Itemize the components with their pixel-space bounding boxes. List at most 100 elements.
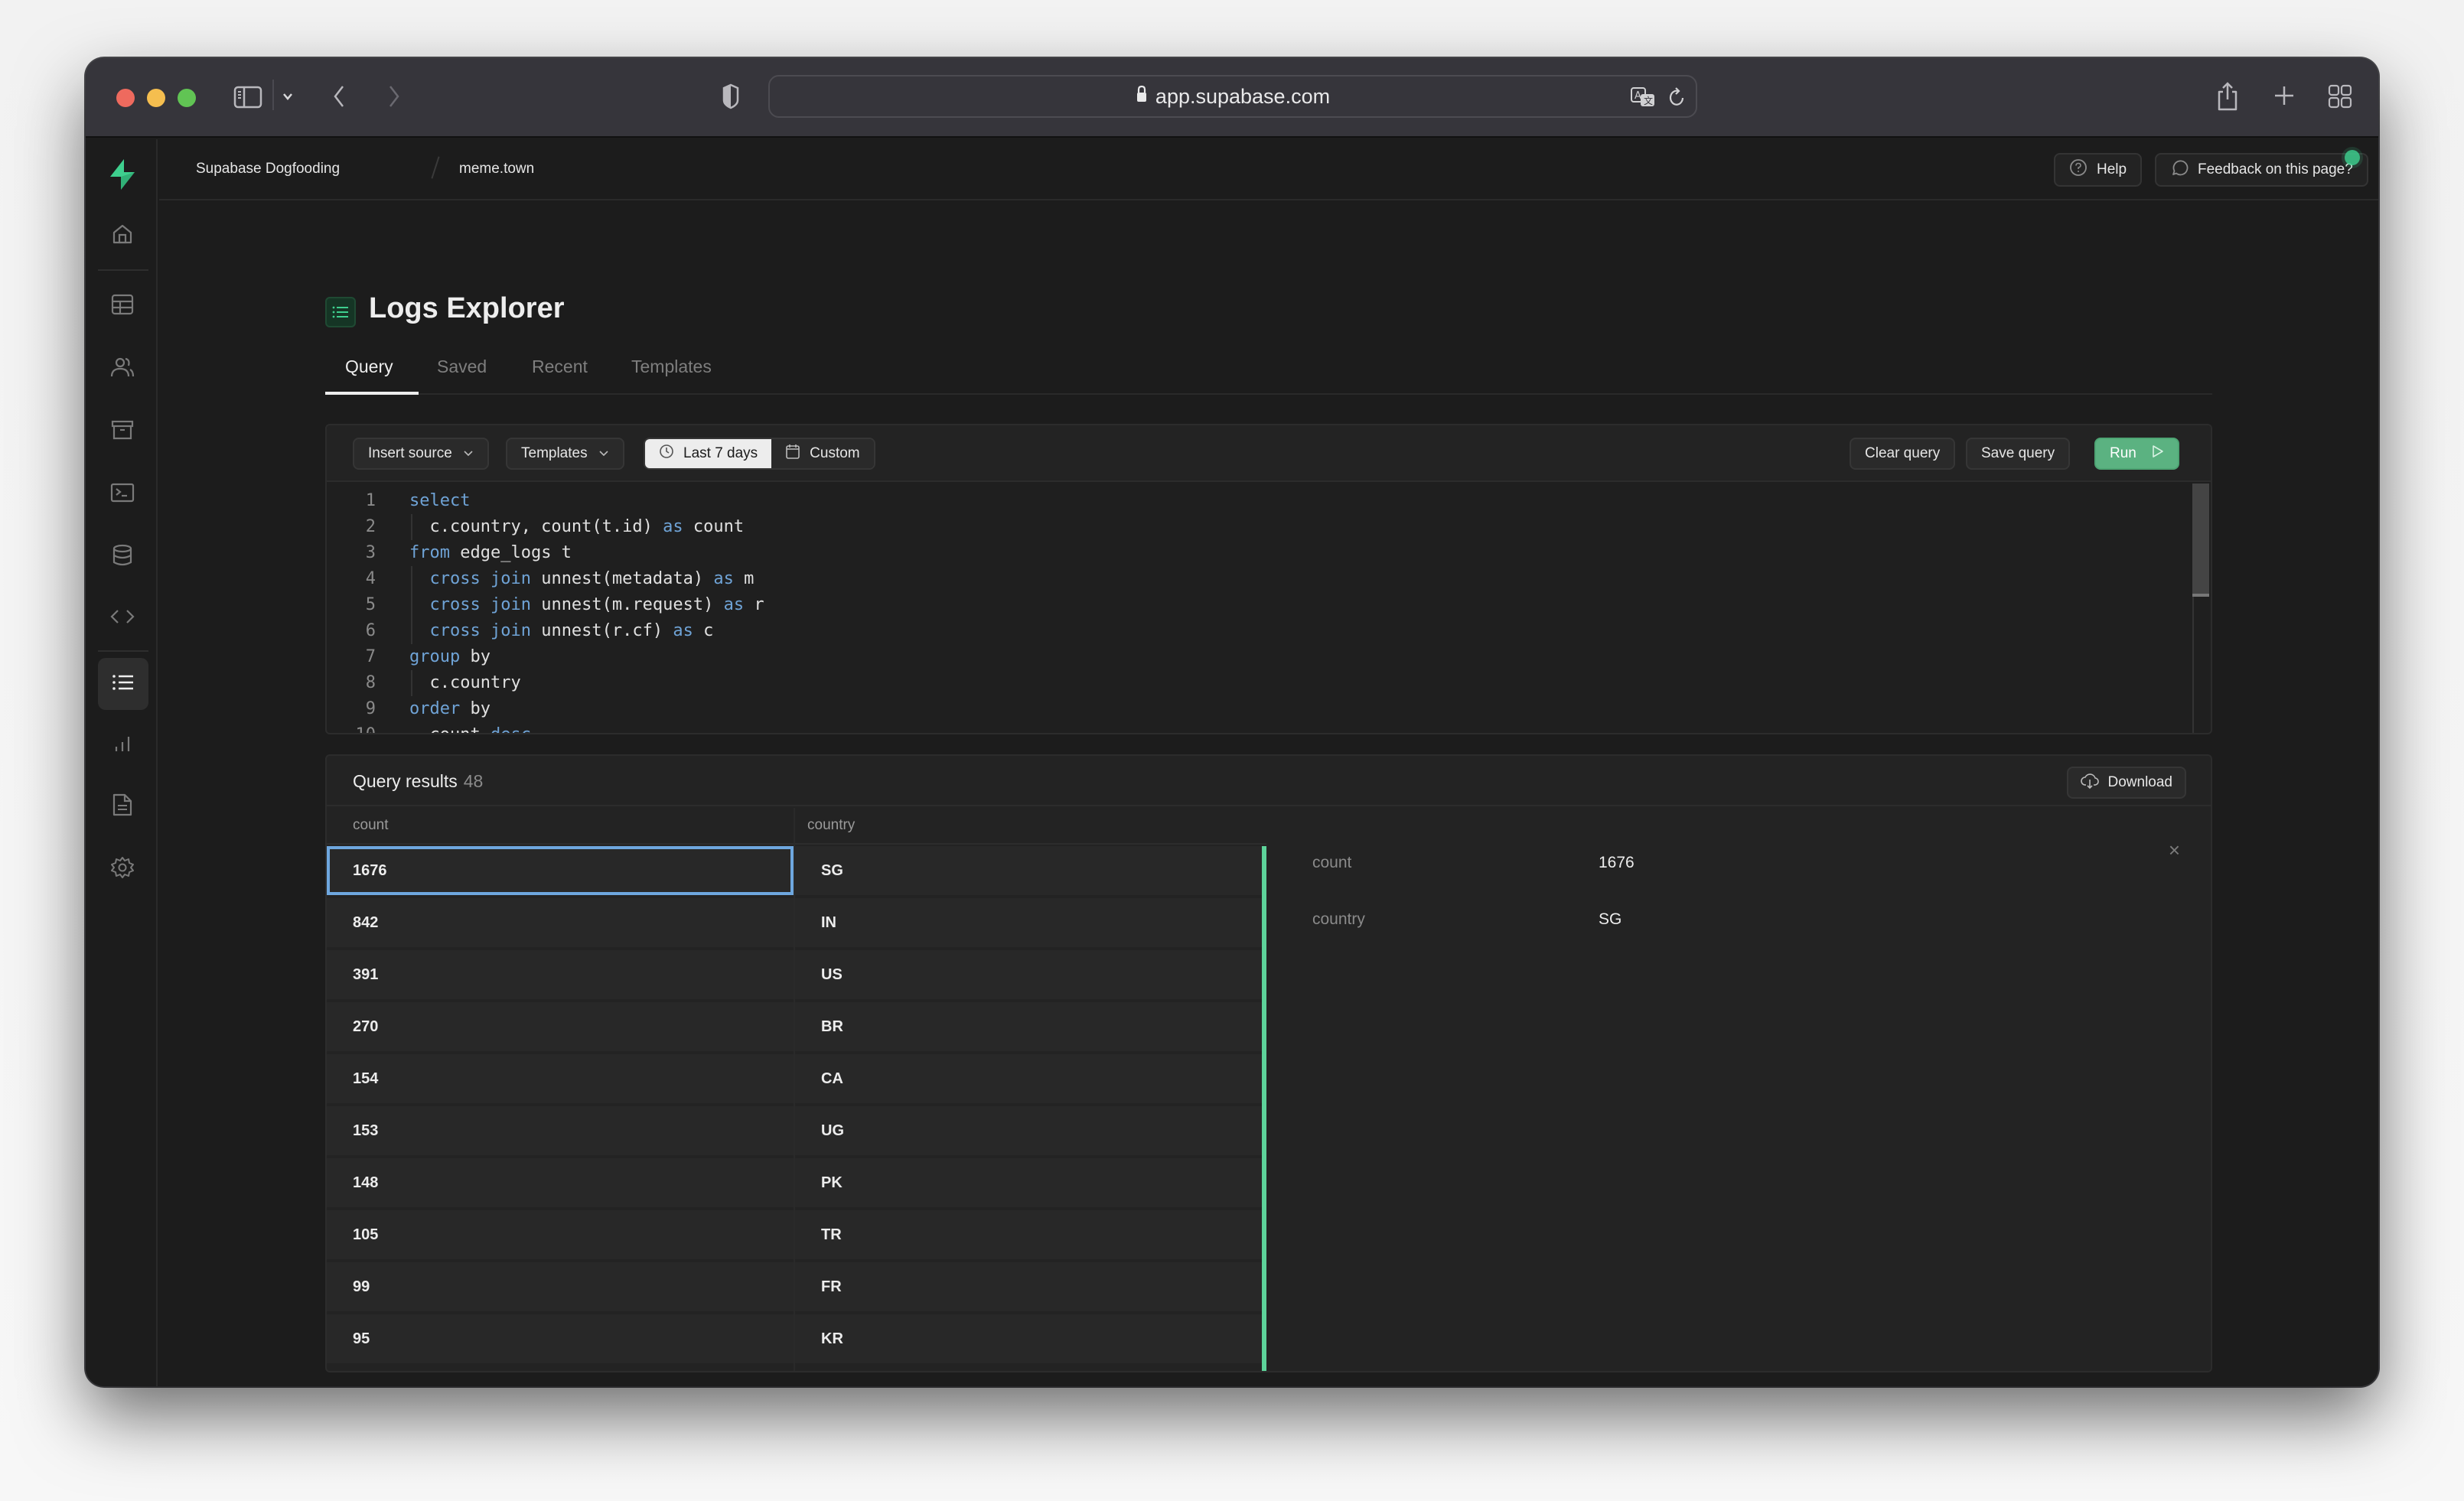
notification-badge bbox=[2345, 150, 2360, 165]
code-line[interactable]: 5 cross join unnest(m.request) as r bbox=[327, 592, 2211, 618]
insert-source-dropdown[interactable]: Insert source bbox=[353, 438, 489, 470]
cell-count[interactable]: 270 bbox=[327, 1002, 794, 1051]
column-header-country[interactable]: country bbox=[807, 817, 855, 834]
download-button[interactable]: Download bbox=[2066, 767, 2186, 799]
sidebar-item-reports[interactable] bbox=[98, 721, 147, 770]
sidebar-toggle-icon[interactable] bbox=[233, 84, 263, 110]
tab-templates[interactable]: Templates bbox=[631, 357, 712, 377]
cell-count[interactable]: 1676 bbox=[327, 846, 794, 895]
table-icon bbox=[111, 294, 134, 319]
sql-keyword: cross join bbox=[409, 595, 531, 614]
cell-count[interactable]: 153 bbox=[327, 1106, 794, 1155]
sidebar-item-api[interactable] bbox=[98, 594, 147, 643]
sidebar-item-table-editor[interactable] bbox=[98, 282, 147, 330]
close-window-button[interactable] bbox=[116, 89, 135, 107]
sidebar-divider bbox=[98, 269, 148, 271]
new-tab-icon[interactable] bbox=[2271, 83, 2297, 109]
cell-country[interactable]: BR bbox=[795, 1002, 1262, 1051]
browser-window: app.supabase.com A文 Supabase Dogfooding … bbox=[86, 58, 2378, 1386]
cell-country[interactable]: US bbox=[795, 950, 1262, 999]
tab-recent[interactable]: Recent bbox=[532, 357, 588, 377]
cell-count[interactable]: 95 bbox=[327, 1314, 794, 1363]
cell-count[interactable]: 148 bbox=[327, 1158, 794, 1207]
custom-range-button[interactable]: Custom bbox=[771, 439, 874, 468]
cell-country[interactable]: SG bbox=[795, 846, 1262, 895]
code-line[interactable]: 7 group by bbox=[327, 644, 2211, 670]
cell-count[interactable]: 105 bbox=[327, 1210, 794, 1259]
code-text: c.country bbox=[409, 670, 520, 696]
cell-count[interactable]: 154 bbox=[327, 1054, 794, 1103]
sidebar-item-settings[interactable] bbox=[98, 845, 147, 894]
clock-icon bbox=[659, 444, 674, 464]
forward-icon[interactable] bbox=[384, 81, 404, 112]
close-detail-icon[interactable]: × bbox=[2169, 838, 2180, 862]
cell-country[interactable]: IN bbox=[795, 898, 1262, 947]
code-line[interactable]: 3 from edge_logs t bbox=[327, 540, 2211, 566]
sql-token: count bbox=[409, 725, 491, 733]
last-7-days-button[interactable]: Last 7 days bbox=[645, 439, 772, 468]
code-line[interactable]: 9 order by bbox=[327, 696, 2211, 722]
cell-count[interactable]: 391 bbox=[327, 950, 794, 999]
clear-query-label: Clear query bbox=[1865, 445, 1941, 461]
sql-editor[interactable]: 1 select 2 c.country, count(t.id) as count… bbox=[327, 484, 2211, 733]
cell-count[interactable]: 99 bbox=[327, 1262, 794, 1311]
chevron-down-icon[interactable] bbox=[280, 87, 295, 106]
breadcrumb-project[interactable]: meme.town bbox=[459, 161, 534, 177]
minimize-window-button[interactable] bbox=[147, 89, 165, 107]
cell-country[interactable]: UG bbox=[795, 1106, 1262, 1155]
row-detail-pane: × count 1676 country SG bbox=[1269, 808, 2211, 1371]
feedback-button[interactable]: Feedback on this page? bbox=[2155, 153, 2368, 187]
clear-query-button[interactable]: Clear query bbox=[1850, 438, 1956, 470]
tab-overview-icon[interactable] bbox=[2326, 83, 2354, 110]
cell-country[interactable]: CA bbox=[795, 1054, 1262, 1103]
line-number: 10 bbox=[350, 722, 376, 733]
results-grid: count country 1676 SG 842 IN 391 US 270 BR 154 CA… bbox=[327, 808, 1266, 1371]
code-line[interactable]: 6 cross join unnest(r.cf) as c bbox=[327, 618, 2211, 644]
sidebar-item-docs[interactable] bbox=[98, 782, 147, 831]
zoom-window-button[interactable] bbox=[178, 89, 196, 107]
cell-country[interactable]: TR bbox=[795, 1210, 1262, 1259]
cell-country[interactable]: FR bbox=[795, 1262, 1262, 1311]
cell-country[interactable]: PK bbox=[795, 1158, 1262, 1207]
supabase-logo-icon[interactable] bbox=[98, 150, 147, 199]
code-line[interactable]: 10 count desc bbox=[327, 722, 2211, 733]
custom-label: Custom bbox=[810, 445, 860, 461]
address-bar[interactable]: app.supabase.com bbox=[768, 75, 1697, 118]
line-number: 5 bbox=[365, 595, 376, 614]
code-line[interactable]: 1 select bbox=[327, 488, 2211, 514]
detail-value-count: 1676 bbox=[1599, 854, 1635, 871]
feedback-label: Feedback on this page? bbox=[2198, 161, 2353, 177]
cell-count[interactable]: 842 bbox=[327, 898, 794, 947]
sidebar-item-storage[interactable] bbox=[98, 407, 147, 456]
editor-scrollbar-thumb[interactable] bbox=[2192, 484, 2209, 597]
translate-icon[interactable]: A文 bbox=[1628, 86, 1659, 110]
save-query-label: Save query bbox=[1981, 445, 2055, 461]
sidebar-item-database[interactable] bbox=[98, 532, 147, 581]
column-header-count[interactable]: count bbox=[353, 817, 388, 834]
sidebar-item-logs-explorer[interactable] bbox=[98, 658, 148, 710]
tab-query[interactable]: Query bbox=[345, 357, 393, 377]
column-divider bbox=[794, 808, 795, 1371]
run-button[interactable]: Run bbox=[2094, 438, 2179, 470]
run-label: Run bbox=[2110, 445, 2136, 461]
sidebar-item-account[interactable] bbox=[98, 1374, 147, 1386]
tab-saved[interactable]: Saved bbox=[437, 357, 487, 377]
save-query-button[interactable]: Save query bbox=[1966, 438, 2071, 470]
code-line[interactable]: 8 c.country bbox=[327, 670, 2211, 696]
results-count: 48 bbox=[463, 771, 484, 791]
privacy-shield-icon[interactable] bbox=[719, 81, 742, 112]
share-icon[interactable] bbox=[2215, 80, 2241, 113]
code-line[interactable]: 4 cross join unnest(metadata) as m bbox=[327, 566, 2211, 592]
code-text: order by bbox=[409, 696, 491, 722]
back-icon[interactable] bbox=[329, 81, 349, 112]
sidebar-item-home[interactable] bbox=[98, 211, 147, 260]
sidebar-item-sql-editor[interactable] bbox=[98, 470, 147, 519]
sidebar-item-authentication[interactable] bbox=[98, 344, 147, 393]
reload-icon[interactable] bbox=[1665, 86, 1688, 110]
templates-dropdown[interactable]: Templates bbox=[506, 438, 624, 470]
cell-country[interactable]: KR bbox=[795, 1314, 1262, 1363]
help-button[interactable]: Help bbox=[2054, 153, 2143, 187]
sql-token: c.country, count(t.id) bbox=[409, 517, 663, 536]
breadcrumb-organization[interactable]: Supabase Dogfooding bbox=[196, 161, 340, 177]
code-line[interactable]: 2 c.country, count(t.id) as count bbox=[327, 514, 2211, 540]
